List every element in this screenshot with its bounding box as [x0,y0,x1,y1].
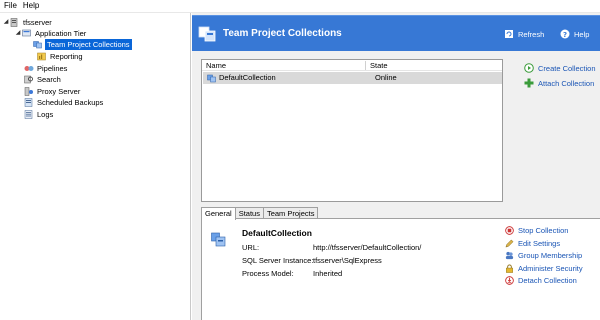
pipelines-icon [24,66,34,71]
tree-label-reporting: Reporting [50,52,83,61]
process-model-value: Inherited [313,269,343,278]
detail-title: DefaultCollection [242,228,312,238]
edit-settings-label: Edit Settings [518,239,561,248]
stop-icon [505,226,514,235]
tree-item-logs[interactable]: Logs [24,109,53,120]
tab-general[interactable]: General [201,207,236,220]
administer-security-link[interactable]: Administer Security [505,264,583,273]
refresh-label: Refresh [518,29,545,39]
table-row[interactable]: DefaultCollection Online [203,72,502,84]
help-label: Help [574,29,590,39]
collection-state: Online [375,73,397,82]
expand-arrow-icon[interactable]: ◢ [14,28,22,39]
menu-bar: File Help [0,0,600,13]
tree-item-team-project-collections[interactable]: Team Project Collections [33,39,132,50]
detach-icon [505,276,514,285]
collection-name: DefaultCollection [219,73,276,82]
reporting-icon [37,52,46,61]
svg-text:?: ? [563,31,567,39]
group-membership-link[interactable]: Group Membership [505,251,582,260]
list-header: Name State [202,60,502,71]
tree-item-reporting[interactable]: Reporting [37,51,83,62]
collection-icon [207,74,216,83]
help-button[interactable]: ? Help [560,29,589,39]
application-tier-icon [22,29,31,37]
create-icon [524,63,534,73]
tree-label-search: Search [37,75,61,84]
administer-security-label: Administer Security [518,264,583,273]
column-divider[interactable] [365,61,366,70]
tree-item-pipelines[interactable]: Pipelines [24,63,67,74]
sql-instance-value: tfsserver\SqlExpress [313,256,382,265]
tree-item-application-tier[interactable]: ◢ Application Tier [14,28,87,39]
detach-collection-link[interactable]: Detach Collection [505,276,577,285]
tree-label-logs: Logs [37,110,54,119]
help-icon: ? [560,29,570,39]
collections-list: Name State DefaultCollection Online [201,59,503,202]
lock-icon [506,264,513,273]
tree-item-search[interactable]: Search [24,74,61,85]
stop-collection-link[interactable]: Stop Collection [505,226,568,235]
logs-icon [24,110,33,119]
tree-label-team-project-collections: Team Project Collections [45,39,132,50]
menu-file[interactable]: File [0,0,20,12]
column-header-name[interactable]: Name [206,60,226,71]
collections-icon [198,26,216,42]
refresh-button[interactable]: Refresh [504,29,544,39]
tree-label-pipelines: Pipelines [37,64,68,73]
sql-instance-label: SQL Server Instance: [242,256,314,265]
navigation-tree: ◢ tfsserver ◢ Application Tier Team Proj… [0,13,191,320]
tree-item-proxy-server[interactable]: Proxy Server [24,86,80,97]
tree-label-application-tier: Application Tier [35,29,87,38]
attach-icon [524,78,534,88]
detach-collection-label: Detach Collection [518,276,577,285]
attach-collection-link[interactable]: Attach Collection [524,78,594,88]
url-value: http://tfsserver/DefaultCollection/ [313,243,422,252]
column-header-state[interactable]: State [370,60,388,71]
refresh-icon [505,30,513,38]
detail-panel: DefaultCollection URL: http://tfsserver/… [201,218,600,320]
page-header: Team Project Collections Refresh ? Help [192,15,600,51]
url-label: URL: [242,243,260,252]
group-membership-label: Group Membership [518,251,583,260]
tree-label-server: tfsserver [23,18,52,27]
edit-icon [505,239,514,248]
expand-arrow-icon[interactable]: ◢ [2,17,10,28]
menu-help[interactable]: Help [20,0,42,12]
search-icon [24,75,33,84]
backup-icon [24,98,33,107]
server-icon [10,18,18,27]
content-pane: Team Project Collections Refresh ? Help … [192,13,600,320]
group-icon [505,251,514,260]
tree-item-scheduled-backups[interactable]: Scheduled Backups [24,97,103,108]
tree-label-proxy-server: Proxy Server [37,87,81,96]
collection-icon [211,232,226,247]
stop-collection-label: Stop Collection [518,226,569,235]
proxy-server-icon [24,87,33,96]
page-title: Team Project Collections [223,28,342,39]
process-model-label: Process Model: [242,269,294,278]
attach-collection-label: Attach Collection [538,78,595,88]
create-collection-link[interactable]: Create Collection [524,63,596,73]
collections-icon [33,41,42,49]
tree-label-scheduled-backups: Scheduled Backups [37,98,104,107]
tree-item-server[interactable]: ◢ tfsserver [2,17,52,28]
create-collection-label: Create Collection [538,63,596,73]
edit-settings-link[interactable]: Edit Settings [505,239,560,248]
